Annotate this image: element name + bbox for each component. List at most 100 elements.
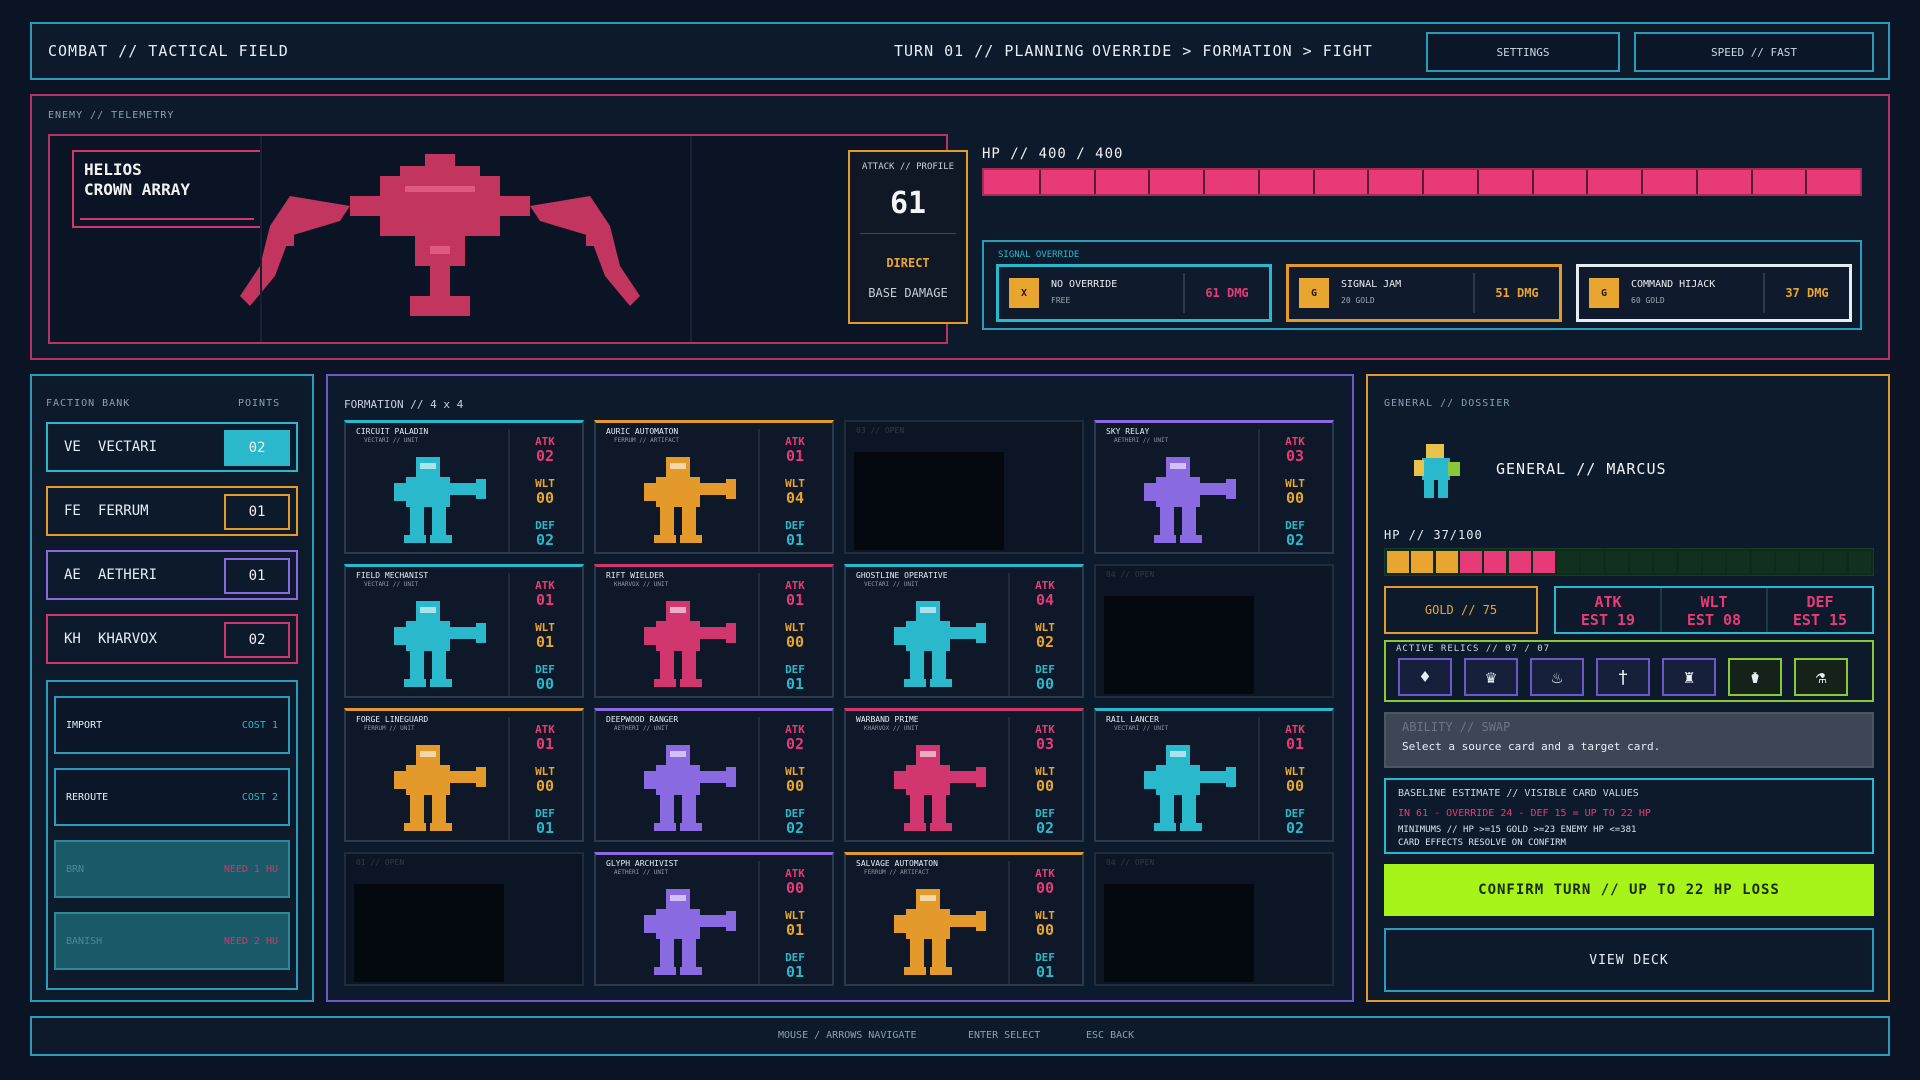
card-stats: ATK 01 WLT 00 DEF 01 — [758, 573, 832, 696]
hp-segment — [1459, 551, 1482, 573]
sword-relic-icon[interactable]: † — [1596, 658, 1650, 696]
faction-row-ferrum[interactable]: FE FERRUM 01 — [46, 486, 298, 536]
stat-def: DEF 02 — [510, 519, 580, 548]
confirm-turn-button[interactable]: CONFIRM TURN // UP TO 22 HP LOSS — [1384, 864, 1874, 916]
bottle-relic-icon[interactable]: ⚗ — [1794, 658, 1848, 696]
formation-card[interactable]: DEEPWOOD RANGER AETHERI // UNIT ATK 02 WLT 00… — [594, 708, 834, 842]
hp-segment — [1727, 551, 1750, 573]
hp-segment-divider — [1257, 170, 1260, 194]
hint-navigate: MOUSE / ARROWS NAVIGATE — [778, 1030, 917, 1041]
hp-segment — [1775, 551, 1798, 573]
hp-segment — [1532, 551, 1555, 573]
relics-label: ACTIVE RELICS // 07 / 07 — [1396, 644, 1551, 654]
card-name: WARBAND PRIME — [856, 715, 919, 724]
action-import[interactable]: IMPORT COST 1 — [54, 696, 290, 754]
formation-card[interactable]: GHOSTLINE OPERATIVE VECTARI // UNIT ATK 04 W… — [844, 564, 1084, 698]
archivist-sprite — [644, 889, 736, 975]
stat-value: 01 — [535, 735, 555, 753]
signal-override-panel: SIGNAL OVERRIDE X NO OVERRIDE FREE 61 DMG G S… — [982, 240, 1862, 330]
formation-card[interactable]: FIELD MECHANIST VECTARI // UNIT ATK 01 WLT 01… — [344, 564, 584, 698]
hp-segment — [1630, 551, 1652, 573]
card-name: RIFT WIELDER — [606, 571, 664, 580]
enemy-viewport: HELIOS CROWN ARRAY — [48, 134, 948, 344]
stat-atk: ATK 02 — [760, 723, 830, 752]
override-name-text: NO OVERRIDE — [1051, 279, 1118, 290]
estimate-stat: ATK — [1594, 593, 1622, 611]
card-faction: VECTARI // UNIT — [364, 437, 419, 444]
phase-fight: FIGHT — [1322, 42, 1373, 60]
operative-sprite — [894, 601, 986, 687]
enemy-name-line2: CROWN ARRAY — [84, 180, 190, 199]
formation-card[interactable]: WARBAND PRIME KHARVOX // UNIT ATK 03 WLT 00 DE… — [844, 708, 1084, 842]
stat-value: 01 — [535, 591, 555, 609]
faction-row-kharvox[interactable]: KH KHARVOX 02 — [46, 614, 298, 664]
formation-card[interactable]: CIRCUIT PALADIN VECTARI // UNIT ATK 02 WLT 00… — [344, 420, 584, 554]
stat-wlt: WLT 04 — [760, 477, 830, 506]
action-cost: COST 2 — [241, 791, 278, 803]
override-option[interactable]: G SIGNAL JAM 20 GOLD 51 DMG — [1286, 264, 1562, 322]
stat-atk: ATK 01 — [760, 579, 830, 608]
faction-row-aetheri[interactable]: AE AETHERI 01 — [46, 550, 298, 600]
stat-wlt: WLT 00 — [1260, 477, 1330, 506]
phase-formation: FORMATION — [1202, 42, 1293, 60]
card-sprite — [616, 881, 756, 981]
faction-actions: IMPORT COST 1 REROUTE COST 2 BRN NEED 1 HU BAN… — [46, 680, 298, 990]
stat-def: DEF 01 — [1010, 951, 1080, 980]
hp-segment — [1557, 551, 1580, 573]
formation-card[interactable]: RAIL LANCER VECTARI // UNIT ATK 01 WLT 00 DEF 0… — [1094, 708, 1334, 842]
vial-relic-icon[interactable]: ⚱ — [1728, 658, 1782, 696]
hp-segment-divider — [1476, 170, 1479, 194]
card-faction: FERRUM // UNIT — [364, 725, 415, 732]
enemy-mech-sprite — [240, 154, 640, 316]
formation-card[interactable]: RIFT WIELDER KHARVOX // UNIT ATK 01 WLT 00 DEF… — [594, 564, 834, 698]
tower-relic-icon[interactable]: ♜ — [1662, 658, 1716, 696]
baseline-title: BASELINE ESTIMATE // VISIBLE CARD VALUES — [1398, 788, 1639, 799]
stat-def: DEF 02 — [1260, 519, 1330, 548]
formation-card[interactable]: SKY RELAY AETHERI // UNIT ATK 03 WLT 00 DEF 02 — [1094, 420, 1334, 554]
override-option[interactable]: G COMMAND HIJACK 60 GOLD 37 DMG — [1576, 264, 1852, 322]
drop-relic-icon[interactable]: ♦ — [1398, 658, 1452, 696]
formation-card[interactable]: AURIC AUTOMATON FERRUM // ARTIFACT ATK 01 WL… — [594, 420, 834, 554]
formation-card[interactable]: GLYPH ARCHIVIST AETHERI // UNIT ATK 00 WLT 01… — [594, 852, 834, 986]
card-stats: ATK 01 WLT 00 DEF 02 — [1258, 717, 1332, 840]
action-name: BRN — [66, 863, 85, 875]
crown-relic-icon[interactable]: ♛ — [1464, 658, 1518, 696]
hp-segment — [1387, 551, 1409, 573]
hp-segment — [1411, 551, 1434, 573]
card-stats: ATK 03 WLT 00 DEF 02 — [1008, 717, 1082, 840]
attack-profile-card: ATTACK // PROFILE 61 DIRECT BASE DAMAGE — [848, 150, 968, 324]
formation-card[interactable]: FORGE LINEGUARD FERRUM // UNIT ATK 01 WLT 00 D… — [344, 708, 584, 842]
flask-relic-icon[interactable]: ♨ — [1530, 658, 1584, 696]
speed-button[interactable]: SPEED // FAST — [1634, 32, 1874, 72]
estimate-value: EST 08 — [1686, 611, 1742, 629]
action-reroute[interactable]: REROUTE COST 2 — [54, 768, 290, 826]
faction-row-vectari[interactable]: VE VECTARI 02 — [46, 422, 298, 472]
general-name: GENERAL // MARCUS — [1496, 460, 1667, 478]
ability-swap-box[interactable]: ABILITY // SWAP Select a source card and… — [1384, 712, 1874, 768]
estimate-wlt: WLT EST 08 — [1662, 588, 1768, 632]
footer-bar: MOUSE / ARROWS NAVIGATE ENTER SELECT ESC… — [30, 1016, 1890, 1056]
card-stats: ATK 02 WLT 00 DEF 02 — [758, 717, 832, 840]
settings-button[interactable]: SETTINGS — [1426, 32, 1620, 72]
formation-slot-empty: 04 // OPEN — [1094, 564, 1334, 698]
formation-card[interactable]: SALVAGE AUTOMATON FERRUM // ARTIFACT ATK 00… — [844, 852, 1084, 986]
card-stats: ATK 00 WLT 00 DEF 01 — [1008, 861, 1082, 984]
estimate-value: EST 19 — [1580, 611, 1636, 629]
action-name: IMPORT — [66, 719, 103, 731]
ranger-sprite — [644, 745, 736, 831]
override-name: SIGNAL JAM 20 GOLD — [1341, 277, 1473, 309]
override-cost: FREE — [1051, 296, 1071, 305]
hp-segment — [1654, 551, 1677, 573]
stat-def: DEF 01 — [510, 807, 580, 836]
card-faction: FERRUM // ARTIFACT — [864, 869, 930, 876]
card-faction: KHARVOX // UNIT — [614, 581, 669, 588]
stat-def: DEF 02 — [760, 807, 830, 836]
stat-atk: ATK 03 — [1010, 723, 1080, 752]
points-label: POINTS — [238, 398, 281, 409]
faction-points: 02 — [224, 430, 290, 466]
view-deck-button[interactable]: VIEW DECK — [1384, 928, 1874, 992]
enemy-hp-label: HP // 400 / 400 — [982, 146, 1124, 162]
estimate-def: DEF EST 15 — [1768, 588, 1872, 632]
hp-segment-divider — [1641, 170, 1643, 194]
override-option[interactable]: X NO OVERRIDE FREE 61 DMG — [996, 264, 1272, 322]
